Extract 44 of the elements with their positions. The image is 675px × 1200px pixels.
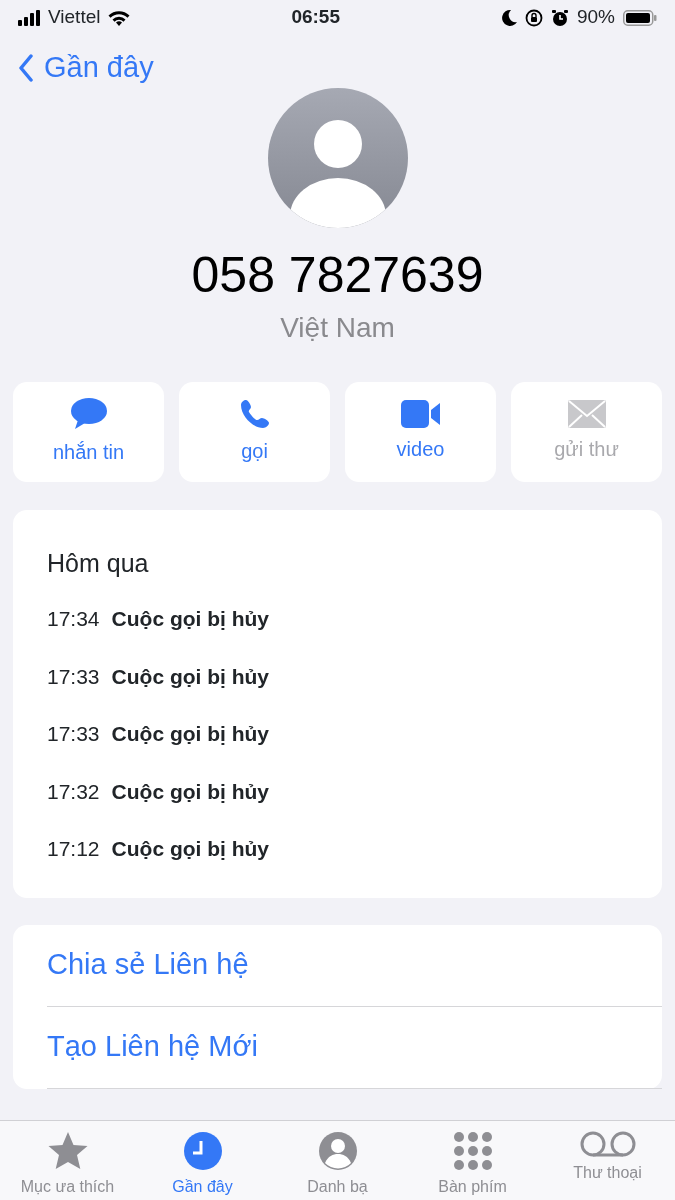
avatar-icon [267, 88, 408, 228]
speech-bubble-icon [69, 397, 108, 431]
rotation-lock-icon [524, 8, 543, 27]
call-time: 17:34 [47, 606, 100, 632]
phone-number: 058 7827639 [190, 250, 485, 300]
moon-icon [500, 8, 517, 27]
video-camera-icon [400, 400, 441, 428]
date-heading: Hôm qua [47, 548, 150, 578]
call-status: Cuộc gọi bị hủy [111, 721, 270, 747]
voicemail-icon [579, 1131, 636, 1157]
tab-button[interactable]: Mục ưa thích [0, 1121, 135, 1200]
call-status: Cuộc gọi bị hủy [111, 606, 270, 632]
battery-percent: 90% [576, 5, 615, 30]
phone-icon [238, 398, 271, 430]
action-button[interactable]: video [345, 382, 496, 482]
clock-time: 06:55 [291, 5, 340, 30]
call-status: Cuộc gọi bị hủy [111, 836, 270, 862]
action-button[interactable]: gọi [179, 382, 330, 482]
option-link[interactable]: Tạo Liên hệ Mới [47, 1025, 258, 1069]
call-status: Cuộc gọi bị hủy [111, 778, 270, 805]
wifi-icon [108, 9, 131, 26]
envelope-icon [567, 400, 606, 428]
tab-button[interactable]: Thư thoại [540, 1121, 675, 1200]
call-time: 17:32 [47, 778, 100, 805]
battery-icon [623, 9, 657, 26]
option-link[interactable]: Chia sẻ Liên hệ [47, 943, 249, 987]
call-time: 17:33 [47, 663, 100, 690]
tab-button[interactable]: Gần đây [135, 1121, 270, 1200]
tab-button[interactable]: Danh bạ [270, 1121, 405, 1200]
back-button[interactable]: Gần đây [18, 45, 154, 90]
alarm-icon [550, 8, 569, 27]
tab-button[interactable]: Bàn phím [405, 1121, 540, 1200]
call-status: Cuộc gọi bị hủy [111, 663, 270, 690]
action-button[interactable]: nhắn tin [13, 382, 164, 482]
country-label: Việt Nam [279, 314, 396, 342]
call-time: 17:12 [47, 836, 100, 862]
star-icon [46, 1131, 89, 1171]
call-time: 17:33 [47, 721, 100, 747]
person-circle-icon [317, 1131, 358, 1171]
chevron-left-icon [18, 53, 34, 82]
keypad-icon [452, 1131, 493, 1171]
clock-icon [182, 1131, 223, 1171]
carrier-name: Viettel [48, 5, 101, 30]
signal-icon [18, 9, 40, 26]
